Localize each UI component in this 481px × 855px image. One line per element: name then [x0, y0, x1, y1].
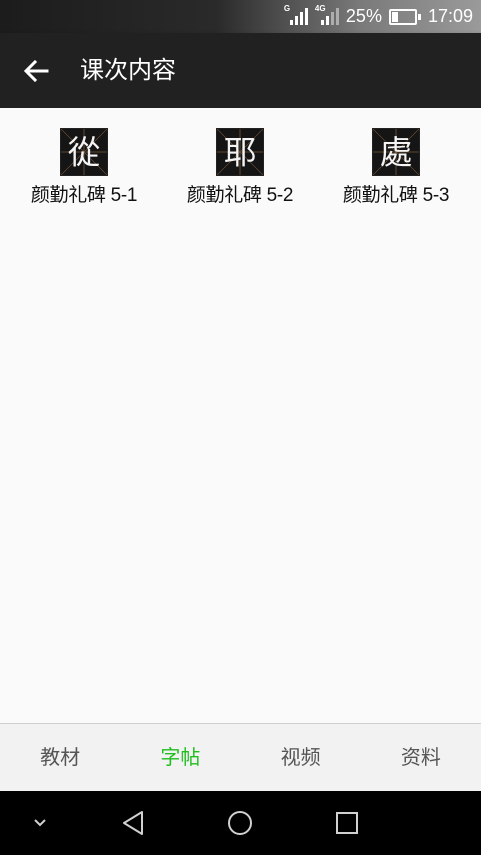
lesson-item-label: 颜勤礼碑 5-1: [30, 185, 138, 206]
thumbnail-char: 處: [380, 134, 413, 172]
thumbnail-char: 從: [68, 134, 101, 172]
arrow-left-icon: [23, 59, 49, 83]
calligraphy-thumbnail: 處: [372, 128, 420, 176]
lesson-item-label: 颜勤礼碑 5-2: [186, 185, 294, 206]
battery-percent: 25%: [345, 6, 382, 26]
back-triangle-icon: [123, 811, 143, 835]
tab-materials[interactable]: 资料: [361, 724, 481, 791]
back-button[interactable]: [20, 55, 52, 87]
status-icons: G 4G 25% 17:09: [284, 0, 473, 33]
signal-4g-icon: 4G: [315, 4, 339, 28]
lesson-item-3[interactable]: 處 颜勤礼碑 5-3: [318, 128, 474, 207]
lesson-item-1[interactable]: 從 颜勤礼碑 5-1: [6, 128, 162, 207]
lesson-content-grid: 從 颜勤礼碑 5-1 耶 颜勤礼碑 5-2 處 颜勤礼碑 5-3: [0, 108, 481, 723]
signal-icon: G: [284, 4, 308, 28]
system-nav-bar: [0, 791, 481, 855]
thumbnail-char: 耶: [224, 134, 257, 172]
nav-back-button[interactable]: [108, 791, 158, 855]
tab-video[interactable]: 视频: [241, 724, 361, 791]
bottom-tab-bar: 教材 字帖 视频 资料: [0, 723, 481, 791]
lesson-item-2[interactable]: 耶 颜勤礼碑 5-2: [162, 128, 318, 207]
nav-collapse-button[interactable]: [20, 791, 60, 855]
tab-textbook[interactable]: 教材: [0, 724, 120, 791]
status-bar: G 4G 25% 17:09: [0, 0, 481, 33]
home-circle-icon: [228, 811, 252, 835]
battery-icon: [388, 8, 421, 25]
nav-recents-button[interactable]: [322, 791, 372, 855]
chevron-down-icon: [34, 819, 46, 827]
tab-copybook[interactable]: 字帖: [120, 724, 240, 791]
page-title: 课次内容: [80, 56, 176, 84]
app-bar: 课次内容: [0, 33, 481, 108]
lesson-item-label: 颜勤礼碑 5-3: [342, 185, 450, 206]
calligraphy-thumbnail: 從: [60, 128, 108, 176]
nav-home-button[interactable]: [215, 791, 265, 855]
calligraphy-thumbnail: 耶: [216, 128, 264, 176]
recents-square-icon: [336, 812, 358, 834]
status-time: 17:09: [427, 6, 473, 26]
